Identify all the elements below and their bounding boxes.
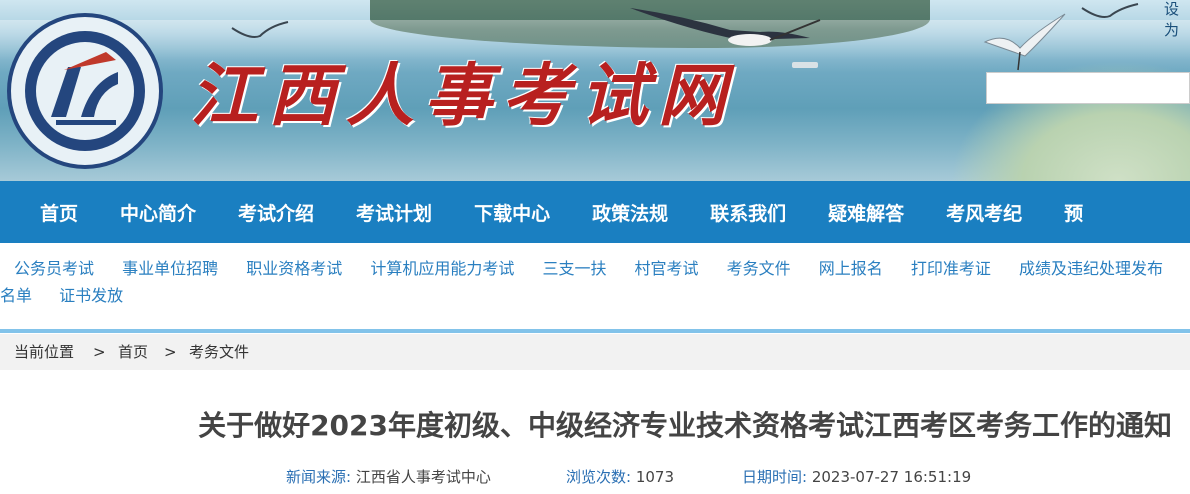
nav-download-center[interactable]: 下载中心 — [474, 199, 550, 226]
main-navigation: 首页 中心简介 考试介绍 考试计划 下载中心 政策法规 联系我们 疑难解答 考风… — [0, 181, 1190, 243]
article-views: 浏览次数: 1073 — [566, 466, 674, 487]
boat-icon — [792, 62, 818, 68]
subnav-public-institution-recruit[interactable]: 事业单位招聘 — [122, 259, 218, 278]
header-banner: 江西人事考试网 设为 — [0, 0, 1190, 181]
date-value: 2023-07-27 16:51:19 — [811, 468, 972, 486]
source-label: 新闻来源: — [286, 468, 352, 486]
breadcrumb-home-link[interactable]: 首页 — [118, 334, 148, 370]
nav-policy-regulations[interactable]: 政策法规 — [592, 199, 668, 226]
nav-home[interactable]: 首页 — [40, 199, 78, 226]
source-value: 江西省人事考试中心 — [355, 468, 491, 486]
article-source: 新闻来源: 江西省人事考试中心 — [286, 466, 491, 487]
subnav-village-official-exam[interactable]: 村官考试 — [635, 259, 699, 278]
article-title-wrap: 关于做好2023年度初级、中级经济专业技术资格考试江西考区考务工作的通知 — [0, 404, 1190, 444]
article-date: 日期时间: 2023-07-27 16:51:19 — [742, 466, 971, 487]
crane-bird-icon — [983, 13, 1066, 71]
subnav-list[interactable]: 名单 — [0, 286, 32, 305]
breadcrumb-separator: > — [164, 343, 177, 361]
breadcrumb-separator: > — [93, 343, 106, 361]
nav-more[interactable]: 预 — [1064, 199, 1083, 226]
subnav-online-registration[interactable]: 网上报名 — [819, 259, 883, 278]
subnav-results-violations[interactable]: 成绩及违纪处理发布 — [1019, 259, 1163, 278]
nav-exam-plan[interactable]: 考试计划 — [356, 199, 432, 226]
sub-navigation: 公务员考试 事业单位招聘 职业资格考试 计算机应用能力考试 三支一扶 村官考试 … — [0, 243, 1190, 323]
set-homepage-link[interactable]: 设为 — [1164, 0, 1190, 40]
subnav-sanzhi-yifu[interactable]: 三支一扶 — [542, 259, 606, 278]
subnav-certificate-issue[interactable]: 证书发放 — [59, 286, 123, 305]
nav-exam-intro[interactable]: 考试介绍 — [238, 199, 314, 226]
views-label: 浏览次数: — [566, 468, 632, 486]
subnav-computer-skill-exam[interactable]: 计算机应用能力考试 — [370, 259, 514, 278]
section-divider — [0, 329, 1190, 333]
nav-exam-discipline[interactable]: 考风考纪 — [946, 199, 1022, 226]
date-label: 日期时间: — [742, 468, 808, 486]
breadcrumb-current-link[interactable]: 考务文件 — [189, 334, 249, 370]
nav-center-intro[interactable]: 中心简介 — [120, 199, 196, 226]
subnav-professional-qualification[interactable]: 职业资格考试 — [246, 259, 342, 278]
site-title: 江西人事考试网 — [190, 56, 737, 136]
article-title: 关于做好2023年度初级、中级经济专业技术资格考试江西考区考务工作的通知 — [198, 409, 1172, 442]
search-input[interactable] — [986, 72, 1190, 104]
nav-faq[interactable]: 疑难解答 — [828, 199, 904, 226]
subnav-civil-servant-exam[interactable]: 公务员考试 — [14, 259, 94, 278]
subnav-print-admission-ticket[interactable]: 打印准考证 — [911, 259, 991, 278]
subnav-exam-documents[interactable]: 考务文件 — [727, 259, 791, 278]
nav-contact-us[interactable]: 联系我们 — [710, 199, 786, 226]
bird-icon — [1081, 3, 1139, 18]
breadcrumb-label: 当前位置 — [14, 343, 75, 361]
jiangxi-personnel-testing-logo — [7, 13, 163, 169]
views-value: 1073 — [635, 468, 675, 486]
breadcrumb: 当前位置 > 首页 > 考务文件 — [0, 334, 1190, 370]
